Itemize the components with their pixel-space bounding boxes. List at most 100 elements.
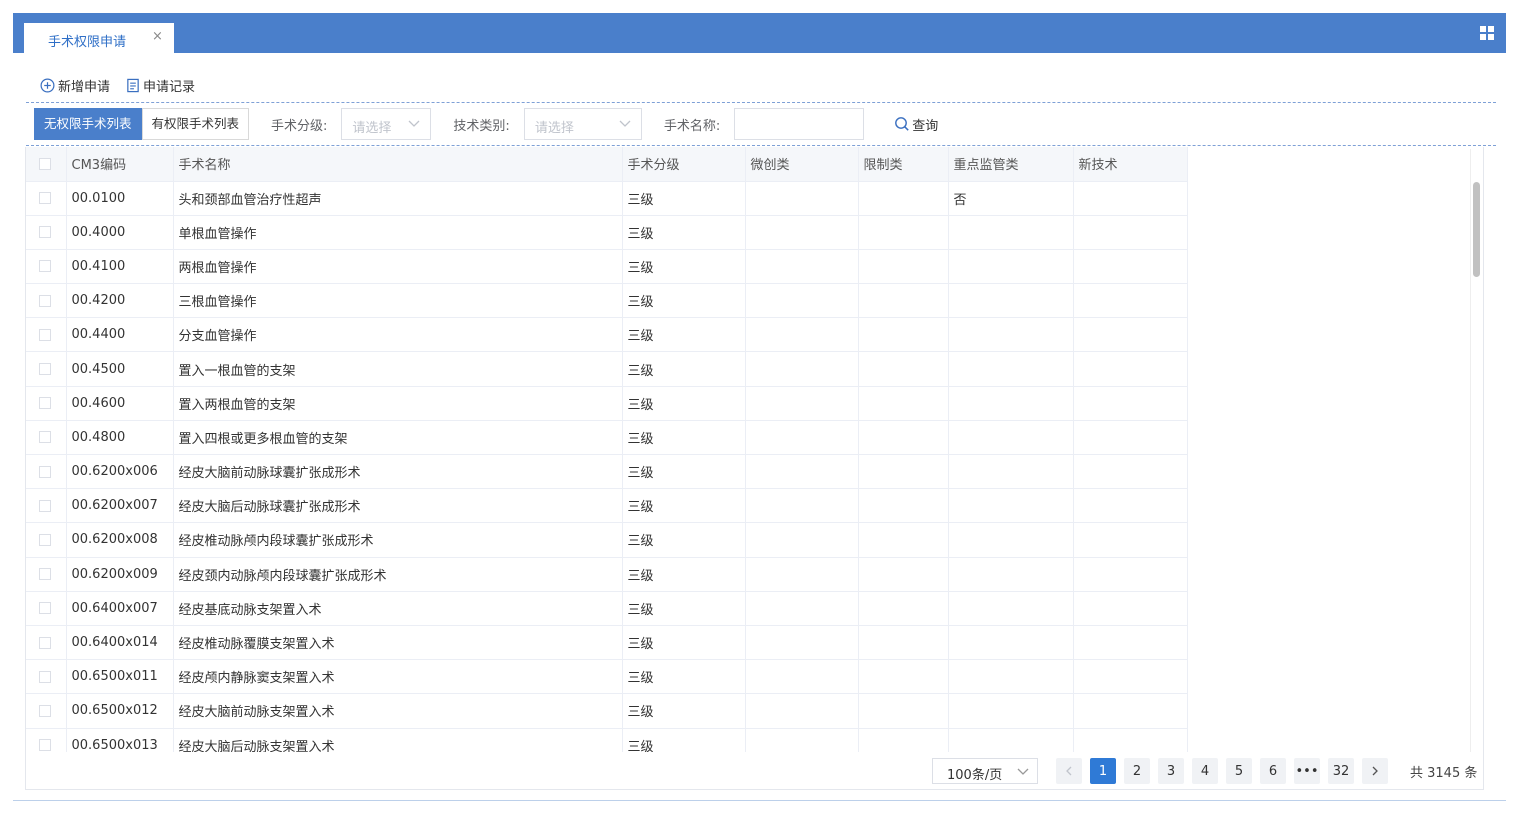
row-checkbox[interactable] — [26, 557, 67, 592]
page-size-value: 100条/页 — [947, 768, 1003, 783]
table-row[interactable]: 00.4200 三根血管操作 三级 — [26, 283, 1188, 319]
table-cell: 00.4400 — [66, 317, 174, 353]
table-cell — [858, 351, 949, 387]
table-row[interactable]: 00.6500x012 经皮大脑前动脉支架置入术 三级 — [26, 693, 1188, 729]
table-cell — [1073, 386, 1188, 421]
has-permission-list-button[interactable]: 有权限手术列表 — [141, 108, 250, 140]
table-cell: 经皮大脑前动脉支架置入术 — [173, 693, 623, 729]
table-cell — [858, 625, 949, 661]
table-cell — [745, 522, 859, 558]
table-cell: 三级 — [622, 283, 746, 319]
vertical-scrollbar-thumb[interactable] — [1473, 182, 1480, 277]
column-header[interactable]: 新技术 — [1073, 147, 1188, 182]
page-button[interactable]: 32 — [1328, 758, 1354, 784]
table-row[interactable]: 00.4100 两根血管操作 三级 — [26, 249, 1188, 285]
table-row[interactable]: 00.6200x009 经皮颈内动脉颅内段球囊扩张成形术 三级 — [26, 557, 1188, 592]
column-header[interactable]: CM3编码 — [66, 147, 174, 182]
chevron-left-icon — [1066, 766, 1072, 776]
row-checkbox[interactable] — [26, 522, 67, 558]
page-button[interactable]: 4 — [1192, 758, 1218, 784]
page-button[interactable]: 5 — [1226, 758, 1252, 784]
no-permission-list-button[interactable]: 无权限手术列表 — [34, 108, 142, 140]
row-checkbox[interactable] — [26, 728, 67, 752]
table-cell: 三级 — [622, 522, 746, 558]
table-cell: 经皮基底动脉支架置入术 — [173, 591, 623, 626]
table-cell: 置入四根或更多根血管的支架 — [173, 420, 623, 456]
table-row[interactable]: 00.6500x013 经皮大脑后动脉支架置入术 三级 — [26, 728, 1188, 752]
table-row[interactable]: 00.4000 单根血管操作 三级 — [26, 215, 1188, 250]
table-row[interactable]: 00.6500x011 经皮颅内静脉窦支架置入术 三级 — [26, 659, 1188, 695]
table-cell: 三级 — [622, 488, 746, 524]
table-cell: 00.6400x014 — [66, 625, 174, 661]
page-button[interactable]: 2 — [1124, 758, 1150, 784]
surgery-table: CM3编码 手术名称 手术分级 微创类 限制类 重点监管类 新技术 00.010… — [26, 147, 1484, 752]
surgery-name-input[interactable] — [734, 108, 865, 140]
table-cell: 00.6500x012 — [66, 693, 174, 729]
page-button[interactable]: 1 — [1090, 758, 1116, 784]
chevron-right-icon — [1372, 766, 1378, 776]
row-checkbox[interactable] — [26, 317, 67, 353]
row-checkbox[interactable] — [26, 659, 67, 695]
table-cell — [1073, 181, 1188, 216]
page-size-select[interactable]: 100条/页 — [932, 758, 1038, 784]
more-pages-button[interactable]: ••• — [1294, 758, 1320, 784]
tech-category-select[interactable]: 请选择 — [523, 108, 642, 140]
application-records-button[interactable]: 申请记录 — [126, 76, 195, 95]
column-header[interactable]: 重点监管类 — [948, 147, 1074, 182]
grade-select[interactable]: 请选择 — [341, 108, 432, 140]
table-cell — [858, 557, 949, 592]
grid-icon[interactable] — [1480, 26, 1494, 40]
table-row[interactable]: 00.4800 置入四根或更多根血管的支架 三级 — [26, 420, 1188, 456]
table-cell: 三级 — [622, 625, 746, 661]
tech-category-placeholder: 请选择 — [534, 121, 574, 136]
table-cell — [858, 488, 949, 524]
row-checkbox[interactable] — [26, 386, 67, 421]
table-cell — [745, 557, 859, 592]
page-button[interactable]: 6 — [1260, 758, 1286, 784]
page-button[interactable]: 3 — [1158, 758, 1184, 784]
table-cell — [948, 215, 1074, 250]
row-checkbox[interactable] — [26, 625, 67, 661]
table-cell — [745, 693, 859, 729]
select-all-checkbox[interactable] — [26, 147, 67, 182]
table-cell — [948, 625, 1074, 661]
column-header[interactable]: 微创类 — [745, 147, 859, 182]
tab-surgery-permission[interactable]: 手术权限申请 × — [24, 21, 174, 53]
table-cell — [948, 659, 1074, 695]
table-row[interactable]: 00.4400 分支血管操作 三级 — [26, 317, 1188, 353]
new-application-button[interactable]: 新增申请 — [40, 76, 110, 95]
row-checkbox[interactable] — [26, 454, 67, 490]
column-header[interactable]: 限制类 — [858, 147, 949, 182]
chevron-down-icon — [619, 120, 631, 127]
query-label: 查询 — [912, 118, 939, 134]
column-header[interactable]: 手术名称 — [173, 147, 623, 182]
toolbar: 新增申请 申请记录 — [40, 75, 211, 95]
table-row[interactable]: 00.6200x006 经皮大脑前动脉球囊扩张成形术 三级 — [26, 454, 1188, 490]
table-cell: 经皮大脑后动脉球囊扩张成形术 — [173, 488, 623, 524]
row-checkbox[interactable] — [26, 181, 67, 216]
tab-close-icon[interactable]: × — [152, 29, 163, 45]
table-row[interactable]: 00.6200x007 经皮大脑后动脉球囊扩张成形术 三级 — [26, 488, 1188, 524]
next-page-button[interactable] — [1362, 758, 1388, 784]
row-checkbox[interactable] — [26, 249, 67, 285]
table-cell: 00.4800 — [66, 420, 174, 456]
row-checkbox[interactable] — [26, 591, 67, 626]
table-cell — [858, 693, 949, 729]
table-row[interactable]: 00.4600 置入两根血管的支架 三级 — [26, 386, 1188, 421]
table-cell — [745, 386, 859, 421]
table-row[interactable]: 00.0100 头和颈部血管治疗性超声 三级 否 — [26, 181, 1188, 216]
row-checkbox[interactable] — [26, 351, 67, 387]
table-row[interactable]: 00.6200x008 经皮椎动脉颅内段球囊扩张成形术 三级 — [26, 522, 1188, 558]
row-checkbox[interactable] — [26, 420, 67, 456]
row-checkbox[interactable] — [26, 488, 67, 524]
query-button[interactable]: 查询 — [894, 115, 938, 134]
column-header[interactable]: 手术分级 — [622, 147, 746, 182]
table-row[interactable]: 00.6400x014 经皮椎动脉覆膜支架置入术 三级 — [26, 625, 1188, 661]
row-checkbox[interactable] — [26, 693, 67, 729]
row-checkbox[interactable] — [26, 215, 67, 250]
table-cell: 三级 — [622, 181, 746, 216]
prev-page-button[interactable] — [1056, 758, 1082, 784]
table-row[interactable]: 00.4500 置入一根血管的支架 三级 — [26, 351, 1188, 387]
row-checkbox[interactable] — [26, 283, 67, 319]
table-row[interactable]: 00.6400x007 经皮基底动脉支架置入术 三级 — [26, 591, 1188, 626]
